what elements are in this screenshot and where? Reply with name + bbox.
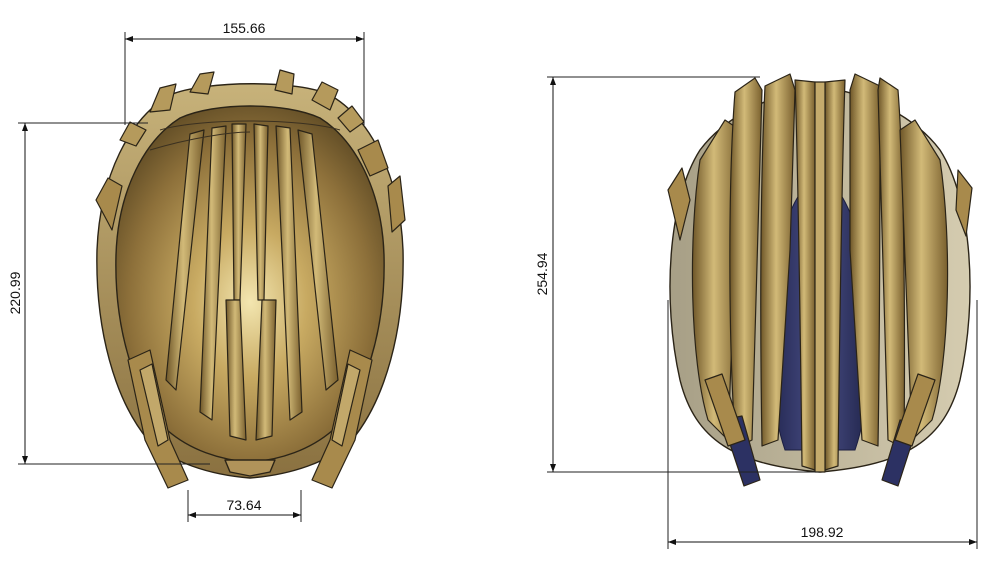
dim-opening: 73.64 <box>187 490 302 522</box>
dim-label-opening: 73.64 <box>226 497 261 513</box>
dim-label-front-width: 198.92 <box>801 524 844 540</box>
helmet-top-view <box>95 69 406 489</box>
dim-label-top-height: 220.99 <box>7 271 23 314</box>
dim-label-front-height: 254.94 <box>534 252 550 295</box>
technical-drawing: 155.66 220.99 73.64 254.94 198.92 <box>7 20 978 549</box>
dim-label-top-width: 155.66 <box>223 20 266 36</box>
helmet-front-view <box>667 73 973 487</box>
